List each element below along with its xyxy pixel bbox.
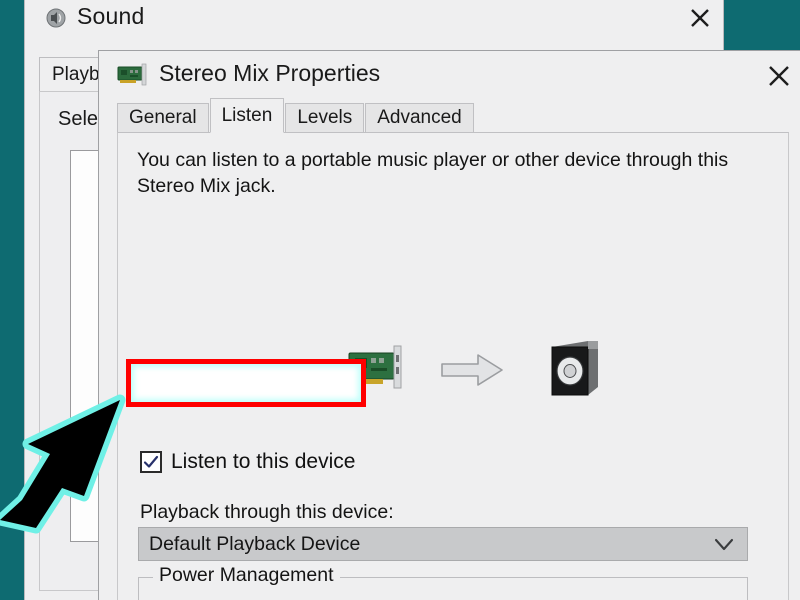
close-icon [689, 7, 711, 29]
playback-through-device-label: Playback through this device: [140, 501, 394, 523]
playback-device-combobox[interactable]: Default Playback Device [138, 527, 748, 561]
tab-general[interactable]: General [117, 103, 209, 133]
tab-advanced-label: Advanced [377, 107, 462, 128]
tab-levels[interactable]: Levels [285, 103, 365, 133]
power-management-group: Power Management Continue running when o… [138, 564, 748, 600]
listen-intro-text: You can listen to a portable music playe… [137, 149, 729, 197]
properties-dialog-titlebar: Stereo Mix Properties [99, 51, 800, 98]
checkmark-icon [143, 455, 159, 468]
tab-levels-label: Levels [297, 107, 353, 128]
screenshot-stage: Sound Playback Select a playback device … [0, 0, 800, 600]
properties-dialog-title: Stereo Mix Properties [159, 60, 381, 86]
properties-tabstrip: General Listen Levels Advanced [117, 98, 475, 133]
tab-listen-label: Listen [221, 104, 273, 126]
tab-advanced[interactable]: Advanced [365, 103, 474, 133]
sound-window-title: Sound [77, 3, 145, 29]
listen-to-device-label: Listen to this device [171, 450, 356, 473]
sound-card-icon [116, 62, 152, 88]
mouse-pointer-arrow-icon [0, 392, 142, 542]
listen-to-device-checkbox-row[interactable]: Listen to this device [140, 447, 355, 477]
tab-general-label: General [129, 107, 197, 128]
chevron-down-icon[interactable] [711, 531, 737, 557]
listen-to-device-checkbox[interactable] [140, 451, 162, 473]
close-icon [767, 64, 789, 86]
playback-device-selected-value: Default Playback Device [149, 532, 361, 555]
tab-listen[interactable]: Listen [209, 98, 285, 133]
sound-window-titlebar: Sound [25, 0, 723, 41]
speaker-icon [542, 339, 604, 399]
sound-speaker-icon [45, 7, 67, 29]
sound-window-close-button[interactable] [676, 0, 723, 41]
stereo-mix-properties-dialog: Stereo Mix Properties General Listen Lev… [98, 50, 800, 600]
properties-dialog-close-button[interactable] [749, 51, 800, 98]
right-arrow-icon [440, 353, 506, 387]
listen-checkbox-highlight-annotation [126, 359, 366, 407]
power-management-legend: Power Management [153, 564, 340, 587]
